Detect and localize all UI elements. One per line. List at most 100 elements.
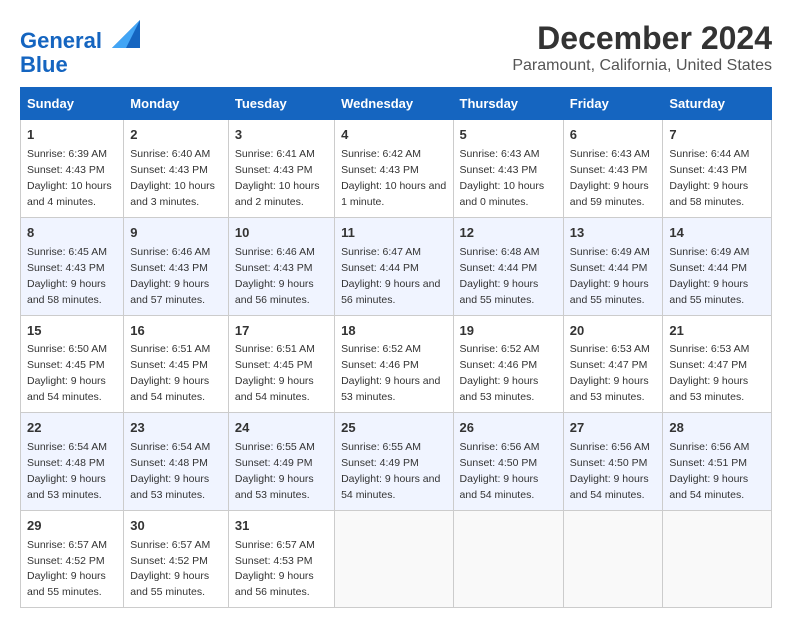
day-number: 9 (130, 224, 222, 243)
calendar-cell: 12Sunrise: 6:48 AMSunset: 4:44 PMDayligh… (453, 217, 563, 315)
sunrise-info: Sunrise: 6:49 AM (570, 246, 650, 258)
calendar-cell: 30Sunrise: 6:57 AMSunset: 4:52 PMDayligh… (124, 510, 229, 608)
daylight-info: Daylight: 9 hours and 57 minutes. (130, 278, 209, 306)
calendar-cell: 31Sunrise: 6:57 AMSunset: 4:53 PMDayligh… (228, 510, 334, 608)
day-number: 26 (460, 419, 557, 438)
calendar-cell (563, 510, 663, 608)
calendar-cell (663, 510, 772, 608)
sunset-info: Sunset: 4:45 PM (235, 359, 313, 371)
sunrise-info: Sunrise: 6:43 AM (460, 148, 540, 160)
calendar-cell: 6Sunrise: 6:43 AMSunset: 4:43 PMDaylight… (563, 120, 663, 218)
calendar-week-row: 15Sunrise: 6:50 AMSunset: 4:45 PMDayligh… (21, 315, 772, 413)
daylight-info: Daylight: 9 hours and 53 minutes. (460, 375, 539, 403)
day-number: 17 (235, 322, 328, 341)
subtitle: Paramount, California, United States (512, 57, 772, 75)
day-number: 25 (341, 419, 446, 438)
sunrise-info: Sunrise: 6:57 AM (235, 539, 315, 551)
sunrise-info: Sunrise: 6:51 AM (235, 343, 315, 355)
col-header-tuesday: Tuesday (228, 88, 334, 120)
day-number: 23 (130, 419, 222, 438)
sunrise-info: Sunrise: 6:56 AM (669, 441, 749, 453)
daylight-info: Daylight: 9 hours and 53 minutes. (130, 473, 209, 501)
sunrise-info: Sunrise: 6:52 AM (341, 343, 421, 355)
calendar-week-row: 8Sunrise: 6:45 AMSunset: 4:43 PMDaylight… (21, 217, 772, 315)
logo-blue: Blue (20, 53, 140, 77)
sunset-info: Sunset: 4:44 PM (341, 262, 419, 274)
day-number: 12 (460, 224, 557, 243)
calendar-cell: 28Sunrise: 6:56 AMSunset: 4:51 PMDayligh… (663, 413, 772, 511)
sunrise-info: Sunrise: 6:57 AM (27, 539, 107, 551)
sunset-info: Sunset: 4:45 PM (130, 359, 208, 371)
sunrise-info: Sunrise: 6:48 AM (460, 246, 540, 258)
sunset-info: Sunset: 4:43 PM (669, 164, 747, 176)
calendar-cell: 14 Sunrise: 6:49 AM Sunset: 4:44 PM Dayligh… (663, 217, 772, 315)
calendar-cell: 13Sunrise: 6:49 AMSunset: 4:44 PMDayligh… (563, 217, 663, 315)
logo: General Blue (20, 20, 140, 77)
daylight-info: Daylight: 9 hours and 54 minutes. (669, 473, 748, 501)
calendar-cell: 18 Sunrise: 6:52 AM Sunset: 4:46 PM Dayligh… (335, 315, 453, 413)
calendar-week-row: 22 Sunrise: 6:54 AM Sunset: 4:48 PM Dayligh… (21, 413, 772, 511)
sunrise-info: Sunrise: 6:43 AM (570, 148, 650, 160)
daylight-info: Daylight: 9 hours and 55 minutes. (669, 278, 748, 306)
daylight-info: Daylight: 9 hours and 54 minutes. (570, 473, 649, 501)
sunset-info: Sunset: 4:49 PM (235, 457, 313, 469)
daylight-info: Daylight: 9 hours and 56 minutes. (235, 570, 314, 598)
calendar-cell: 19Sunrise: 6:52 AMSunset: 4:46 PMDayligh… (453, 315, 563, 413)
day-number: 14 (669, 224, 765, 243)
sunrise-info: Sunrise: 6:39 AM (27, 148, 107, 160)
calendar-cell: 11Sunrise: 6:47 AMSunset: 4:44 PMDayligh… (335, 217, 453, 315)
daylight-info: Daylight: 9 hours and 55 minutes. (27, 570, 106, 598)
sunrise-info: Sunrise: 6:49 AM (669, 246, 749, 258)
sunset-info: Sunset: 4:43 PM (27, 262, 105, 274)
day-number: 27 (570, 419, 657, 438)
day-number: 6 (570, 126, 657, 145)
sunrise-info: Sunrise: 6:55 AM (235, 441, 315, 453)
day-number: 11 (341, 224, 446, 243)
sunrise-info: Sunrise: 6:51 AM (130, 343, 210, 355)
daylight-info: Daylight: 9 hours and 55 minutes. (570, 278, 649, 306)
day-number: 3 (235, 126, 328, 145)
day-number: 18 (341, 322, 446, 341)
calendar-cell: 17 Sunrise: 6:51 AM Sunset: 4:45 PM Dayligh… (228, 315, 334, 413)
calendar-cell: 16Sunrise: 6:51 AMSunset: 4:45 PMDayligh… (124, 315, 229, 413)
daylight-info: Daylight: 9 hours and 53 minutes. (341, 375, 440, 403)
day-number: 31 (235, 517, 328, 536)
logo-text: General (20, 20, 140, 53)
daylight-info: Daylight: 9 hours and 54 minutes. (27, 375, 106, 403)
daylight-info: Daylight: 9 hours and 54 minutes. (235, 375, 314, 403)
daylight-info: Daylight: 9 hours and 53 minutes. (669, 375, 748, 403)
sunrise-info: Sunrise: 6:42 AM (341, 148, 421, 160)
sunset-info: Sunset: 4:46 PM (341, 359, 419, 371)
calendar-cell: 9Sunrise: 6:46 AMSunset: 4:43 PMDaylight… (124, 217, 229, 315)
daylight-info: Daylight: 9 hours and 56 minutes. (235, 278, 314, 306)
sunset-info: Sunset: 4:43 PM (460, 164, 538, 176)
logo-icon (112, 20, 140, 48)
sunrise-info: Sunrise: 6:44 AM (669, 148, 749, 160)
day-number: 5 (460, 126, 557, 145)
daylight-info: Daylight: 9 hours and 54 minutes. (460, 473, 539, 501)
sunrise-info: Sunrise: 6:56 AM (570, 441, 650, 453)
calendar-cell: 23Sunrise: 6:54 AMSunset: 4:48 PMDayligh… (124, 413, 229, 511)
calendar-week-row: 29Sunrise: 6:57 AMSunset: 4:52 PMDayligh… (21, 510, 772, 608)
sunset-info: Sunset: 4:43 PM (235, 262, 313, 274)
col-header-sunday: Sunday (21, 88, 124, 120)
calendar-cell: 2Sunrise: 6:40 AMSunset: 4:43 PMDaylight… (124, 120, 229, 218)
calendar-cell: 25Sunrise: 6:55 AMSunset: 4:49 PMDayligh… (335, 413, 453, 511)
calendar-cell: 29Sunrise: 6:57 AMSunset: 4:52 PMDayligh… (21, 510, 124, 608)
col-header-saturday: Saturday (663, 88, 772, 120)
calendar-cell (335, 510, 453, 608)
sunset-info: Sunset: 4:46 PM (460, 359, 538, 371)
day-number: 19 (460, 322, 557, 341)
daylight-info: Daylight: 10 hours and 3 minutes. (130, 180, 215, 208)
main-title: December 2024 (512, 20, 772, 57)
sunrise-info: Sunrise: 6:45 AM (27, 246, 107, 258)
day-number: 20 (570, 322, 657, 341)
sunset-info: Sunset: 4:48 PM (27, 457, 105, 469)
sunset-info: Sunset: 4:44 PM (669, 262, 747, 274)
day-number: 13 (570, 224, 657, 243)
sunset-info: Sunset: 4:49 PM (341, 457, 419, 469)
sunrise-info: Sunrise: 6:54 AM (130, 441, 210, 453)
day-number: 22 (27, 419, 117, 438)
calendar-cell: 8Sunrise: 6:45 AMSunset: 4:43 PMDaylight… (21, 217, 124, 315)
sunset-info: Sunset: 4:51 PM (669, 457, 747, 469)
